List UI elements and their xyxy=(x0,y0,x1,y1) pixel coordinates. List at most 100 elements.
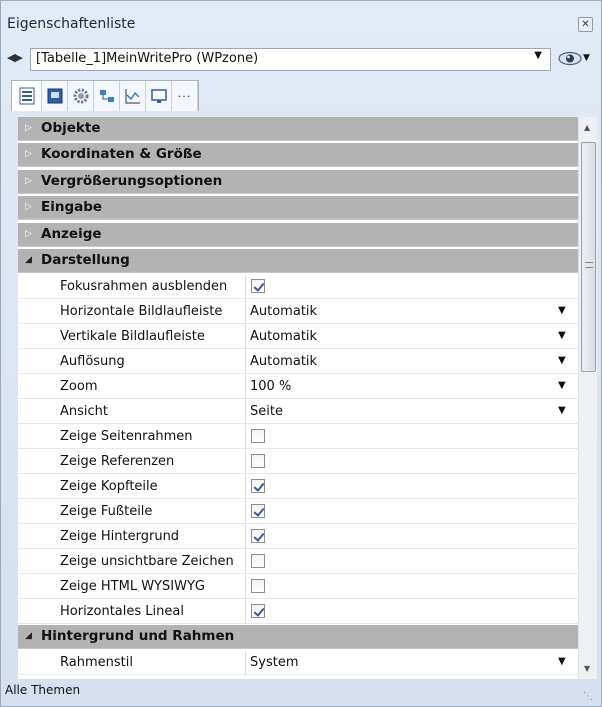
group-row-objekte[interactable]: ▷ Objekte xyxy=(18,117,578,141)
close-button[interactable]: ✕ xyxy=(578,17,593,32)
resize-grip-icon[interactable]: ⋱ xyxy=(583,691,595,703)
prop-label: Zeige Seitenrahmen xyxy=(60,429,193,444)
prop-value[interactable]: System xyxy=(250,655,298,670)
group-row-anzeige[interactable]: ▷ Anzeige xyxy=(18,223,578,247)
theme-toolbar: ··· xyxy=(11,80,199,111)
column-divider xyxy=(245,600,246,624)
expand-icon: ▷ xyxy=(25,123,32,133)
prop-label: Zeige Fußteile xyxy=(60,504,153,519)
structure-icon xyxy=(99,90,114,102)
column-divider xyxy=(245,575,246,599)
toolbar-screen-button[interactable] xyxy=(146,81,172,111)
list-icon xyxy=(19,87,34,105)
group-label: Vergrößerungsoptionen xyxy=(41,173,223,189)
prop-label: Horizontale Bildlaufleiste xyxy=(60,304,223,319)
column-divider xyxy=(245,500,246,524)
prop-row-zeige-unsichtbare-zeichen: Zeige unsichtbare Zeichen xyxy=(18,550,578,574)
prop-label: Zeige unsichtbare Zeichen xyxy=(60,554,234,569)
object-select-value: [Tabelle_1]MeinWritePro (WPzone) xyxy=(36,51,259,66)
toolbar-structure-button[interactable] xyxy=(94,81,120,111)
column-divider xyxy=(245,275,246,299)
column-divider xyxy=(245,325,246,349)
prop-checkbox[interactable] xyxy=(251,604,265,618)
prop-row-horizontale-bildlaufleiste: Horizontale Bildlaufleiste Automatik ▼ xyxy=(18,300,578,324)
scroll-up-icon[interactable]: ▲ xyxy=(584,123,590,132)
eye-icon xyxy=(558,51,582,66)
dropdown-arrow-icon[interactable]: ▼ xyxy=(558,405,566,416)
dropdown-arrow-icon[interactable]: ▼ xyxy=(558,380,566,391)
dropdown-arrow-icon[interactable]: ▼ xyxy=(558,656,566,667)
column-divider xyxy=(245,375,246,399)
prop-row-zeige-seitenrahmen: Zeige Seitenrahmen xyxy=(18,425,578,449)
prop-row-zeige-referenzen: Zeige Referenzen xyxy=(18,450,578,474)
window-title: Eigenschaftenliste xyxy=(7,16,136,32)
grip-icon xyxy=(585,262,593,268)
toolbar-more-button[interactable]: ··· xyxy=(172,81,198,111)
dropdown-arrow-icon[interactable]: ▼ xyxy=(558,355,566,366)
column-divider xyxy=(245,425,246,449)
prop-row-zeige-html-wysiwyg: Zeige HTML WYSIWYG xyxy=(18,575,578,599)
group-row-vergroesserung[interactable]: ▷ Vergrößerungsoptionen xyxy=(18,170,578,194)
object-selector-bar: ◀▶ [Tabelle_1]MeinWritePro (WPzone) ▼ ▼ xyxy=(1,46,601,74)
expand-icon: ▷ xyxy=(25,149,32,159)
group-row-darstellung[interactable]: ◢ Darstellung xyxy=(18,249,578,273)
prop-value[interactable]: Automatik xyxy=(250,354,317,369)
prop-checkbox[interactable] xyxy=(251,454,265,468)
toolbar-chart-button[interactable] xyxy=(120,81,146,111)
visibility-button[interactable]: ▼ xyxy=(557,50,593,70)
property-list-window: Eigenschaftenliste ✕ ◀▶ [Tabelle_1]MeinW… xyxy=(0,0,602,707)
prop-value[interactable]: Seite xyxy=(250,404,283,419)
group-label: Objekte xyxy=(41,120,101,136)
prop-row-vertikale-bildlaufleiste: Vertikale Bildlaufleiste Automatik ▼ xyxy=(18,325,578,349)
prop-value[interactable]: 100 % xyxy=(250,379,291,394)
nav-arrows-icon[interactable]: ◀▶ xyxy=(7,51,23,64)
prop-checkbox[interactable] xyxy=(251,579,265,593)
caret-down-icon: ▼ xyxy=(583,53,590,63)
group-label: Koordinaten & Größe xyxy=(41,146,202,162)
prop-row-fokusrahmen: Fokusrahmen ausblenden xyxy=(18,275,578,299)
collapse-icon: ◢ xyxy=(25,255,32,265)
object-select[interactable]: [Tabelle_1]MeinWritePro (WPzone) ▼ xyxy=(30,48,551,71)
gear-icon xyxy=(73,88,88,104)
prop-value[interactable]: Automatik xyxy=(250,304,317,319)
scrollbar-thumb[interactable] xyxy=(581,142,596,372)
toolbar-gear-button[interactable] xyxy=(68,81,94,111)
prop-label: Vertikale Bildlaufleiste xyxy=(60,329,205,344)
prop-row-zeige-fussteile: Zeige Fußteile xyxy=(18,500,578,524)
prop-label: Zeige Kopfteile xyxy=(60,479,158,494)
dropdown-arrow-icon[interactable]: ▼ xyxy=(558,305,566,316)
prop-label: Horizontales Lineal xyxy=(60,604,184,619)
prop-checkbox[interactable] xyxy=(251,479,265,493)
prop-row-ansicht: Ansicht Seite ▼ xyxy=(18,400,578,424)
more-icon: ··· xyxy=(177,89,192,103)
group-row-hintergrund[interactable]: ◢ Hintergrund und Rahmen xyxy=(18,625,578,649)
group-label: Hintergrund und Rahmen xyxy=(41,628,235,644)
prop-label: Zeige Referenzen xyxy=(60,454,175,469)
dropdown-arrow-icon[interactable]: ▼ xyxy=(558,330,566,341)
column-divider xyxy=(245,525,246,549)
prop-checkbox[interactable] xyxy=(251,554,265,568)
prop-label: Fokusrahmen ausblenden xyxy=(60,279,228,294)
prop-row-aufloesung: Auflösung Automatik ▼ xyxy=(18,350,578,374)
prop-checkbox[interactable] xyxy=(251,279,265,293)
group-label: Anzeige xyxy=(41,226,102,242)
toolbar-list-button[interactable] xyxy=(12,81,42,111)
vertical-scrollbar[interactable]: ▲ ▼ xyxy=(578,117,597,679)
toolbar-object-button[interactable] xyxy=(42,81,68,111)
prop-row-zoom: Zoom 100 % ▼ xyxy=(18,375,578,399)
group-label: Darstellung xyxy=(41,252,130,268)
prop-checkbox[interactable] xyxy=(251,529,265,543)
prop-checkbox[interactable] xyxy=(251,429,265,443)
prop-label: Auflösung xyxy=(60,354,125,369)
prop-checkbox[interactable] xyxy=(251,504,265,518)
scroll-down-icon[interactable]: ▼ xyxy=(584,664,590,673)
expand-icon: ▷ xyxy=(25,229,32,239)
prop-value[interactable]: Automatik xyxy=(250,329,317,344)
status-bar: Alle Themen xyxy=(5,683,81,697)
group-row-koordinaten[interactable]: ▷ Koordinaten & Größe xyxy=(18,143,578,167)
group-row-eingabe[interactable]: ▷ Eingabe xyxy=(18,196,578,220)
expand-icon: ▷ xyxy=(25,202,32,212)
column-divider xyxy=(245,400,246,424)
prop-label: Ansicht xyxy=(60,404,109,419)
chart-icon xyxy=(125,89,140,104)
